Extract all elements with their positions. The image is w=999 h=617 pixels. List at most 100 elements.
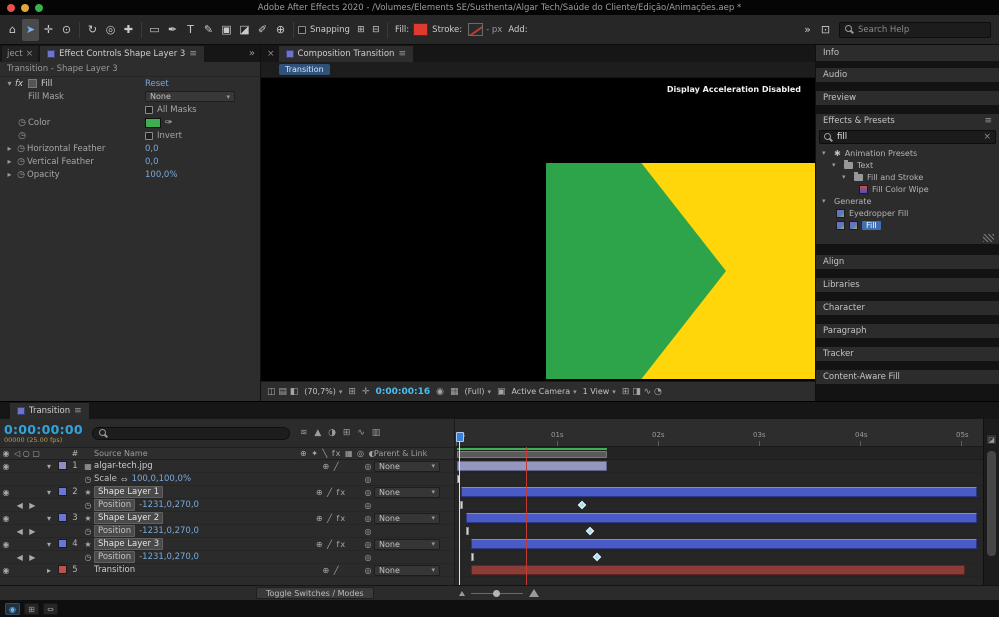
work-area-bar[interactable] (457, 451, 607, 458)
tree-item-fill-and-stroke-folder[interactable]: ▾ Fill and Stroke (819, 171, 996, 183)
twirl-open-icon[interactable]: ▾ (842, 173, 850, 181)
help-search-input[interactable] (858, 25, 985, 35)
horizontal-feather-value[interactable]: 0,0 (145, 144, 159, 154)
layer-row-1[interactable]: ◉ ▾ 1 ▦ algar-tech.jpg ⊕ ╱ ◎ None▾ (0, 460, 454, 473)
panel-preview[interactable]: Preview (816, 91, 999, 105)
stopwatch-icon[interactable]: ◷ (82, 553, 94, 562)
pickwhip-icon[interactable]: ◎ (362, 475, 374, 484)
roto-brush-tool[interactable]: ✐ (254, 19, 271, 41)
panel-menu-icon[interactable]: ≡ (984, 116, 992, 126)
keyframe-nav-icons[interactable]: ◀ ▶ (12, 501, 42, 510)
fill-mask-select[interactable]: None ▾ (145, 91, 235, 102)
layer-name[interactable]: Shape Layer 2 (94, 512, 163, 524)
video-eye-icon[interactable]: ◉ (0, 488, 12, 497)
parent-select[interactable]: None▾ (374, 461, 440, 472)
stopwatch-icon[interactable]: ◷ (16, 131, 28, 141)
property-row-position[interactable]: ◀ ▶ ◷ Position -1231,0,270,0 ◎ (0, 525, 454, 538)
source-name-column-header[interactable]: Source Name (94, 449, 226, 458)
home-button[interactable]: ⌂ (4, 19, 21, 41)
twirl-closed-icon[interactable]: ▸ (42, 566, 56, 575)
work-area-strip[interactable] (455, 447, 983, 460)
tree-item-fill[interactable]: Fill (819, 219, 996, 231)
eyedropper-icon[interactable]: ✑ (165, 118, 173, 128)
layer-name[interactable]: Shape Layer 3 (94, 538, 163, 550)
scrollbar-thumb[interactable] (987, 451, 996, 556)
toggle-av-features-pane-icon[interactable]: ◉ (5, 603, 20, 615)
pen-tool[interactable]: ✒ (164, 19, 181, 41)
twirl-open-icon[interactable]: ▾ (822, 149, 830, 157)
minimize-window-button[interactable] (21, 4, 29, 12)
layer-color-chip[interactable] (58, 487, 67, 496)
brush-tool[interactable]: ✎ (200, 19, 217, 41)
pickwhip-icon[interactable]: ◎ (362, 488, 374, 497)
effects-search-input[interactable] (837, 132, 979, 142)
stopwatch-icon[interactable]: ◷ (82, 475, 94, 484)
grid-guides-icon[interactable]: ⊞ (348, 387, 356, 397)
magnification-select[interactable]: (70,7%) ▾ (304, 387, 342, 396)
mask-visibility-icon[interactable]: ✛ (362, 387, 370, 397)
video-eye-icon[interactable]: ◉ (0, 462, 12, 471)
zoom-in-icon[interactable] (529, 589, 539, 597)
zoom-out-icon[interactable] (459, 591, 465, 596)
zoom-window-button[interactable] (35, 4, 43, 12)
stopwatch-icon[interactable]: ◷ (16, 118, 28, 128)
shape-tool[interactable]: ▭ (146, 19, 163, 41)
region-of-interest-icon[interactable]: ▣ (497, 387, 506, 397)
tab-timeline-transition[interactable]: Transition ≡ (10, 403, 89, 419)
comp-nav-transition[interactable]: Transition (279, 64, 330, 75)
property-value[interactable]: -1231,0,270,0 (139, 500, 199, 510)
effects-search-field[interactable]: × (819, 130, 996, 144)
type-tool[interactable]: T (182, 19, 199, 41)
snap-options-icon[interactable]: ⊟ (369, 19, 383, 41)
timeline-scrollbar[interactable]: ◪ (983, 419, 999, 585)
timeline-view-option-icons[interactable]: ≋ ▲ ◑ ⊞ ∿ ▥ (300, 428, 382, 438)
number-column-header[interactable]: # (68, 449, 82, 458)
composition-button-icon[interactable]: ◪ (986, 434, 997, 445)
snapping-checkbox[interactable] (298, 26, 306, 34)
layer-bar-algar-tech[interactable] (457, 461, 607, 471)
layer-color-chip[interactable] (58, 461, 67, 470)
selection-tool[interactable]: ➤ (22, 19, 39, 41)
rotate-tool[interactable]: ↻ (84, 19, 101, 41)
hand-tool[interactable]: ✛ (40, 19, 57, 41)
close-icon[interactable]: × (26, 49, 34, 59)
color-value-swatch[interactable] (145, 118, 161, 128)
panel-character[interactable]: Character (816, 301, 999, 315)
property-value[interactable]: 100,0,100,0% (132, 474, 191, 484)
layer-switches[interactable]: ⊕ ╱ fx (300, 514, 362, 523)
property-name[interactable]: Position (94, 499, 135, 511)
layer-bar-shape-3[interactable] (471, 539, 977, 549)
tree-item-fill-color-wipe[interactable]: Fill Color Wipe (819, 183, 996, 195)
zoom-slider[interactable] (471, 593, 523, 594)
parent-select[interactable]: None▾ (374, 513, 440, 524)
eraser-tool[interactable]: ◪ (236, 19, 253, 41)
clear-search-icon[interactable]: × (983, 132, 991, 142)
twirl-open-icon[interactable]: ▾ (822, 197, 830, 205)
panel-audio[interactable]: Audio (816, 68, 999, 82)
twirl-closed-icon[interactable]: ▸ (4, 170, 15, 179)
orbit-camera-tool[interactable]: ◎ (102, 19, 119, 41)
panel-effects-presets[interactable]: Effects & Presets ≡ (816, 114, 999, 128)
reset-button[interactable]: Reset (145, 79, 169, 89)
pickwhip-icon[interactable]: ◎ (362, 462, 374, 471)
tab-project[interactable]: ject × (2, 46, 38, 62)
layer-bar-transition[interactable] (471, 565, 965, 575)
panel-menu-icon[interactable]: ≡ (398, 49, 406, 59)
time-ruler[interactable]: 0s 01s 02s 03s 04s 05s (455, 419, 983, 447)
layer-switches[interactable]: ⊕ ╱ (300, 462, 362, 471)
layer-bar-shape-2[interactable] (466, 513, 977, 523)
pan-behind-tool[interactable]: ✚ (120, 19, 137, 41)
property-row-scale[interactable]: ◷ Scale ⇔ 100,0,100,0% ◎ (0, 473, 454, 486)
effect-name[interactable]: Fill (41, 79, 52, 89)
layer-name[interactable]: Shape Layer 1 (94, 486, 163, 498)
workspace-icon[interactable]: ⊡ (817, 19, 834, 41)
tab-composition[interactable]: Composition Transition ≡ (279, 46, 413, 62)
toggle-switches-modes-button[interactable]: Toggle Switches / Modes (256, 587, 374, 599)
property-value[interactable]: -1231,0,270,0 (139, 526, 199, 536)
timeline-search-field[interactable] (92, 427, 290, 440)
property-value[interactable]: -1231,0,270,0 (139, 552, 199, 562)
layer-color-chip[interactable] (58, 513, 67, 522)
twirl-closed-icon[interactable]: ▸ (4, 144, 15, 153)
current-time-display[interactable]: 0:00:00:00 (4, 423, 84, 436)
twirl-open-icon[interactable]: ▾ (42, 488, 56, 497)
